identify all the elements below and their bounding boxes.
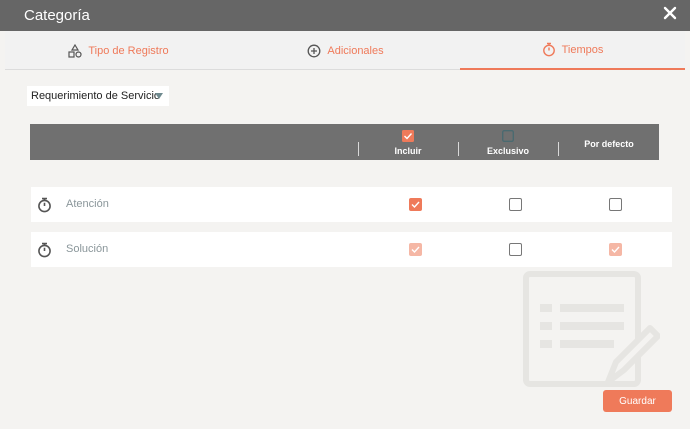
table-row: Atención	[31, 187, 672, 222]
column-header-label: Por defecto	[584, 138, 634, 149]
tab-tiempos[interactable]: Tiempos	[460, 31, 685, 70]
select-all-exclusivo-checkbox[interactable]	[502, 130, 514, 142]
plus-circle-icon	[307, 44, 321, 57]
stopwatch-icon	[38, 242, 51, 258]
tab-adicionales[interactable]: Adicionales	[232, 31, 459, 70]
select-value: Requerimiento de Servicio	[31, 90, 161, 102]
close-icon[interactable]	[662, 5, 678, 21]
column-exclusivo: Exclusivo	[458, 124, 558, 160]
category-type-select[interactable]: Requerimiento de Servicio	[27, 86, 169, 106]
table-row: Solución	[31, 232, 672, 267]
table-header: Incluir Exclusivo Por defecto	[30, 124, 659, 160]
row-name: Solución	[66, 243, 109, 255]
row-name: Atención	[66, 198, 109, 210]
incluir-checkbox[interactable]	[409, 198, 422, 211]
exclusivo-checkbox[interactable]	[509, 243, 522, 256]
stopwatch-icon	[542, 42, 555, 57]
exclusivo-checkbox[interactable]	[509, 198, 522, 211]
tab-bar: Tipo de Registro Adicionales Tiempos	[5, 31, 685, 70]
column-por-defecto: Por defecto	[559, 124, 659, 160]
document-edit-watermark-icon	[523, 271, 660, 387]
save-button[interactable]: Guardar	[603, 390, 672, 412]
column-incluir: Incluir	[359, 124, 457, 160]
incluir-checkbox[interactable]	[409, 243, 422, 256]
title-bar: Categoría	[0, 0, 690, 31]
select-all-incluir-checkbox[interactable]	[402, 130, 414, 142]
column-header-label: Exclusivo	[486, 146, 530, 156]
stopwatch-icon	[38, 197, 51, 213]
por-defecto-checkbox[interactable]	[609, 198, 622, 211]
checkmark-icon	[411, 201, 420, 209]
caret-down-icon	[155, 93, 163, 99]
tab-label: Tiempos	[561, 43, 604, 56]
tab-tipo-de-registro[interactable]: Tipo de Registro	[5, 31, 232, 70]
tab-label: Adicionales	[327, 44, 384, 57]
tab-label: Tipo de Registro	[88, 44, 169, 57]
window-title: Categoría	[24, 7, 90, 24]
checkmark-icon	[611, 246, 620, 254]
por-defecto-checkbox[interactable]	[609, 243, 622, 256]
checkmark-icon	[411, 246, 420, 254]
column-header-label: Incluir	[394, 146, 422, 156]
shapes-icon	[68, 43, 82, 58]
